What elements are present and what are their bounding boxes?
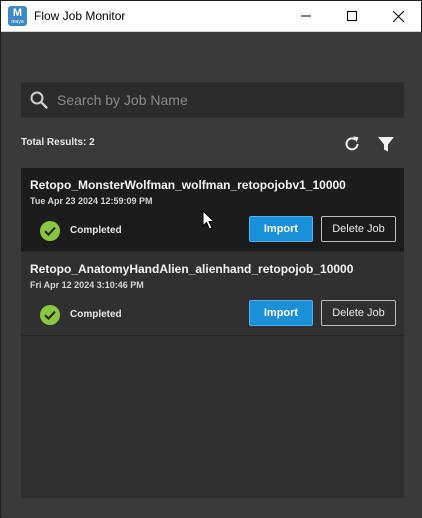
window-title: Flow Job Monitor bbox=[34, 9, 126, 23]
job-date: Fri Apr 12 2024 3:10:46 PM bbox=[30, 280, 144, 290]
check-circle-icon bbox=[40, 305, 60, 325]
job-row[interactable]: Retopo_AnatomyHandAlien_alienhand_retopo… bbox=[21, 252, 404, 336]
close-button[interactable] bbox=[375, 1, 421, 31]
status-text: Completed bbox=[70, 225, 122, 236]
import-button[interactable]: Import bbox=[249, 300, 313, 326]
job-name: Retopo_MonsterWolfman_wolfman_retopojobv… bbox=[30, 178, 346, 192]
check-circle-icon bbox=[40, 221, 60, 241]
status-text: Completed bbox=[70, 309, 122, 320]
main-panel: Total Results: 2 Retopo_MonsterWolfman_w… bbox=[2, 32, 422, 518]
minimize-button[interactable] bbox=[283, 1, 329, 31]
maya-app-icon: M maya bbox=[8, 6, 27, 26]
app-window: M maya Flow Job Monitor Total Results: 2 bbox=[0, 0, 422, 518]
filter-icon[interactable] bbox=[376, 134, 396, 154]
close-icon bbox=[392, 10, 404, 22]
search-bar bbox=[21, 82, 404, 118]
minimize-icon bbox=[301, 15, 311, 17]
title-bar: M maya Flow Job Monitor bbox=[1, 1, 421, 32]
delete-job-button[interactable]: Delete Job bbox=[321, 216, 396, 242]
maximize-button[interactable] bbox=[329, 1, 375, 31]
job-row[interactable]: Retopo_MonsterWolfman_wolfman_retopojobv… bbox=[21, 168, 404, 252]
refresh-icon[interactable] bbox=[342, 134, 362, 154]
search-input[interactable] bbox=[57, 82, 397, 118]
import-button[interactable]: Import bbox=[249, 216, 313, 242]
delete-job-button[interactable]: Delete Job bbox=[321, 300, 396, 326]
search-icon bbox=[30, 91, 48, 109]
total-results-label: Total Results: 2 bbox=[21, 137, 95, 148]
job-list: Retopo_MonsterWolfman_wolfman_retopojobv… bbox=[21, 168, 404, 498]
job-date: Tue Apr 23 2024 12:59:09 PM bbox=[30, 196, 153, 206]
maximize-icon bbox=[347, 11, 357, 21]
job-name: Retopo_AnatomyHandAlien_alienhand_retopo… bbox=[30, 262, 354, 276]
